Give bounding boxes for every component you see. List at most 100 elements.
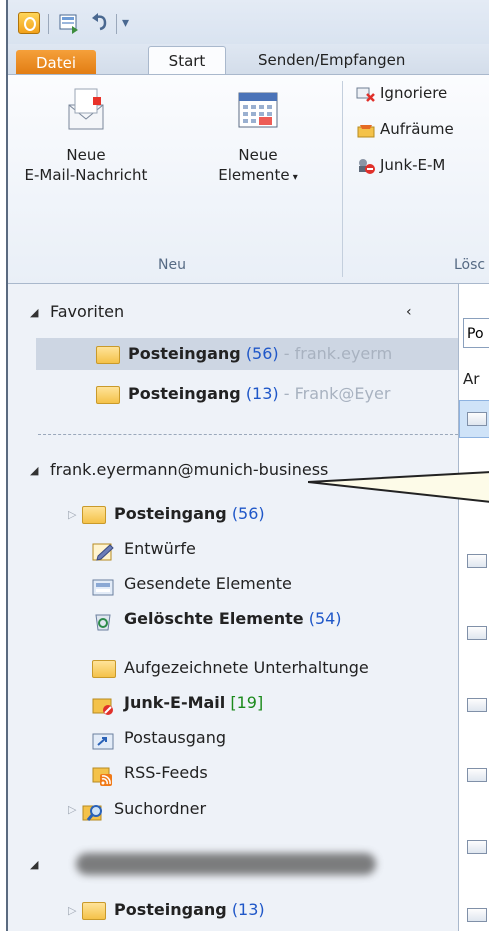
folder-name: Posteingang <box>128 344 241 363</box>
group-label-delete: Lösc <box>454 257 486 273</box>
expanded-triangle-icon[interactable]: ◢ <box>30 297 38 329</box>
folder-name: Gelöschte Elemente <box>124 609 304 628</box>
toolbar-separator <box>48 14 49 34</box>
folder-name: Posteingang <box>114 504 227 523</box>
envelope-icon <box>467 768 487 782</box>
envelope-icon <box>467 840 487 854</box>
folder-name: Postausgang <box>124 728 227 747</box>
outlook-window: ▾ Datei Start Senden/Empfangen Neue E-Ma… <box>6 0 489 931</box>
ignore-label: Ignoriere <box>380 84 448 102</box>
cleanup-button[interactable]: Aufräume <box>356 117 454 141</box>
unread-count: (56) <box>231 504 265 523</box>
junk-label: Junk-E-M <box>380 156 446 174</box>
collapsed-triangle-icon[interactable]: ▷ <box>68 499 76 531</box>
unread-count: [19] <box>230 693 264 712</box>
tab-datei[interactable]: Datei <box>16 50 96 76</box>
folder-search[interactable]: ▷ Suchordner <box>8 793 458 825</box>
folder-name: Gesendete Elemente <box>124 574 292 593</box>
tab-send-receive[interactable]: Senden/Empfangen <box>244 46 419 74</box>
folder-drafts[interactable]: Entwürfe <box>8 533 458 565</box>
junk-button[interactable]: Junk-E-M <box>356 153 445 177</box>
cleanup-label: Aufräume <box>380 120 454 138</box>
envelope-icon <box>467 908 487 922</box>
folder-icon <box>92 659 116 678</box>
ignore-icon <box>356 85 376 103</box>
deleted-items-icon <box>92 611 116 630</box>
folder-name: Suchordner <box>114 799 207 818</box>
new-email-icon <box>59 83 113 137</box>
expanded-triangle-icon[interactable]: ◢ <box>30 849 38 881</box>
column-header[interactable]: Ar <box>463 370 479 388</box>
tab-start[interactable]: Start <box>148 46 226 74</box>
junk-folder-icon <box>92 695 116 715</box>
new-items-icon <box>231 83 285 137</box>
rss-icon <box>92 765 116 786</box>
unread-count: (13) <box>231 900 265 919</box>
folder-name: Entwürfe <box>124 539 196 558</box>
favorite-inbox-2[interactable]: Posteingang (13) - Frank@Eyer <box>8 378 458 410</box>
folder-name: Posteingang <box>114 900 227 919</box>
ignore-button[interactable]: Ignoriere <box>356 81 447 105</box>
favorite-inbox-1[interactable]: Posteingang (56) - frank.eyerm <box>36 338 458 370</box>
drafts-icon <box>92 541 116 561</box>
message-list-pane: Po Ar <box>458 284 489 931</box>
unread-count: (13) <box>245 384 279 403</box>
unread-count: (56) <box>245 344 279 363</box>
folder-name: Posteingang <box>128 384 241 403</box>
favorites-label: Favoriten <box>50 302 125 321</box>
group-separator <box>342 81 343 277</box>
new-email-button[interactable]: Neue E-Mail-Nachricht <box>16 83 156 185</box>
cleanup-icon <box>356 121 376 139</box>
collapsed-triangle-icon[interactable]: ▷ <box>68 794 76 826</box>
customize-icon[interactable]: ▾ <box>122 12 129 34</box>
search-folder-icon <box>82 801 106 821</box>
envelope-icon <box>467 626 487 640</box>
redacted-account-name <box>76 853 376 875</box>
folder-deleted[interactable]: Gelöschte Elemente (54) <box>8 603 458 635</box>
ribbon-tabs: Datei Start Senden/Empfangen <box>8 44 489 76</box>
group-label-new: Neu <box>158 257 186 273</box>
new-items-label-2: Elemente <box>218 166 290 184</box>
folder-outbox[interactable]: Postausgang <box>8 722 458 754</box>
account2-inbox[interactable]: ▷ Posteingang (13) <box>8 894 458 926</box>
navigation-pane: ◢ Favoriten ‹ Posteingang (56) - frank.e… <box>8 284 458 931</box>
outbox-icon <box>92 730 116 749</box>
dropdown-arrow-icon: ▾ <box>289 172 298 183</box>
quick-access-toolbar: ▾ <box>8 0 489 44</box>
folder-junk[interactable]: Junk-E-Mail [19] <box>8 687 458 719</box>
expanded-triangle-icon[interactable]: ◢ <box>30 455 38 487</box>
envelope-icon <box>467 412 487 426</box>
sent-items-icon <box>92 576 116 595</box>
unread-count: (54) <box>308 609 342 628</box>
inbox-folder-icon <box>82 901 106 920</box>
search-input[interactable]: Po <box>463 318 489 348</box>
new-items-label-1: Neue <box>238 146 278 164</box>
toolbar-separator <box>116 14 117 34</box>
folder-name: Junk-E-Mail <box>124 693 226 712</box>
collapse-pane-icon[interactable]: ‹ <box>406 296 412 328</box>
folder-rss[interactable]: RSS-Feeds <box>8 757 458 789</box>
folder-name: RSS-Feeds <box>124 763 208 782</box>
ribbon: Neue E-Mail-Nachricht Neue Elemente ▾ Ne… <box>8 74 489 284</box>
account-suffix: - frank.eyerm <box>278 344 393 363</box>
outlook-app-icon[interactable] <box>18 12 40 34</box>
new-email-label-1: Neue <box>66 146 106 164</box>
junk-icon <box>356 157 376 175</box>
favorites-header[interactable]: ◢ Favoriten ‹ <box>8 296 458 328</box>
account-suffix: - Frank@Eyer <box>278 384 391 403</box>
inbox-folder-icon <box>96 345 120 364</box>
folder-sent[interactable]: Gesendete Elemente <box>8 568 458 600</box>
folder-recorded-conversations[interactable]: Aufgezeichnete Unterhaltunge <box>8 652 458 684</box>
new-email-label-2: E-Mail-Nachricht <box>24 166 148 184</box>
inbox-folder-icon <box>96 385 120 404</box>
envelope-icon <box>467 698 487 712</box>
envelope-icon <box>467 554 487 568</box>
account-name: frank.eyermann@munich-business <box>50 460 329 479</box>
divider <box>38 434 458 435</box>
collapsed-triangle-icon[interactable]: ▷ <box>68 895 76 927</box>
undo-icon[interactable] <box>90 12 110 38</box>
send-receive-icon[interactable] <box>58 12 80 40</box>
folder-name: Aufgezeichnete Unterhaltunge <box>124 658 369 677</box>
inbox-folder-icon <box>82 505 106 524</box>
new-items-button[interactable]: Neue Elemente ▾ <box>210 83 306 188</box>
